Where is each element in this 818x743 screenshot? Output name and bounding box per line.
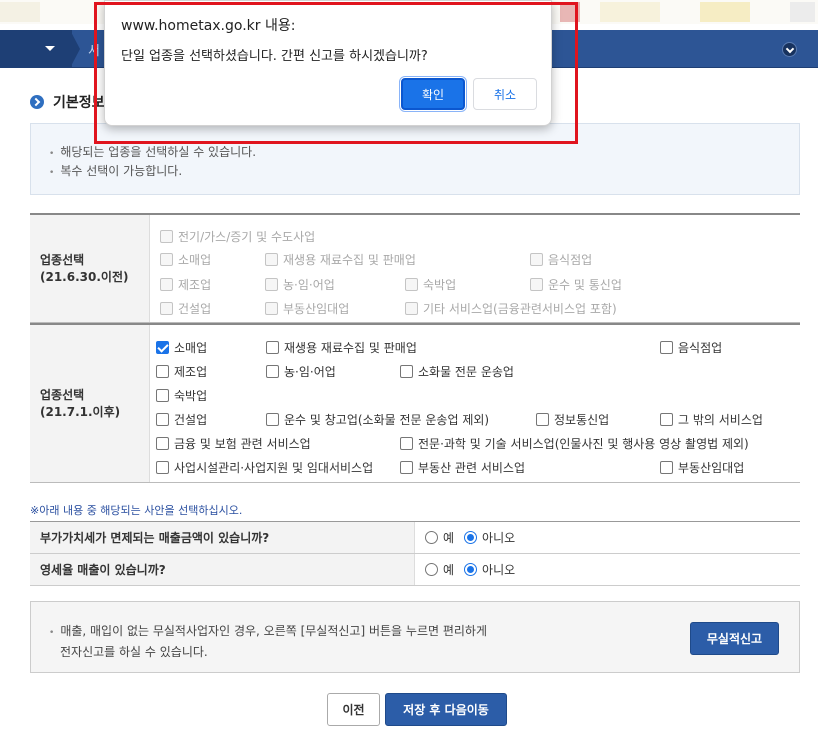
old-industry-checkbox[interactable]: 제조업 [160,276,211,293]
new-industry-checkbox[interactable]: 부동산 관련 서비스업 [400,459,525,476]
confirm-dialog: www.hometax.go.kr 내용: 단일 업종을 선택하셨습니다. 간편… [104,0,552,126]
dialog-title: www.hometax.go.kr 내용: [121,18,296,34]
new-industry-checkbox[interactable]: 재생용 재료수집 및 판매업 [266,339,417,356]
no-activity-line1: 매출, 매입이 없는 무실적사업자인 경우, 오른쪽 [무실적신고] 버튼을 누… [60,624,487,638]
no-activity-box: • 매출, 매입이 없는 무실적사업자인 경우, 오른쪽 [무실적신고] 버튼을 … [30,601,800,673]
nav-menu-toggle[interactable] [0,30,72,68]
new-industry-checkbox[interactable]: 그 밖의 서비스업 [660,411,763,428]
nav-breadcrumb-item[interactable]: 서 [88,40,100,59]
question-label: 영세율 매출이 있습니까? [30,554,415,585]
old-industry-checkbox[interactable]: 운수 및 통신업 [530,276,622,293]
prev-button[interactable]: 이전 [327,693,380,726]
radio-no[interactable]: 아니오 [464,561,515,578]
new-industry-checkbox[interactable]: 사업시설관리·사업지원 및 임대서비스업 [156,459,373,476]
dialog-cancel-button[interactable]: 취소 [473,78,537,110]
old-industry-header-title: 업종선택 [40,252,85,267]
old-industry-header-date: (21.6.30.이전) [40,269,129,284]
new-industry-checkbox[interactable]: 부동산임대업 [660,459,744,476]
no-activity-report-button[interactable]: 무실적신고 [690,622,779,655]
new-industry-options: 소매업 재생용 재료수집 및 판매업 음식점업 제조업 농·임·어업 소화물 전… [150,325,800,482]
new-industry-checkbox[interactable]: 소매업 [156,339,207,356]
chevron-down-icon[interactable] [782,42,797,57]
old-industry-checkbox[interactable]: 숙박업 [405,276,456,293]
question-label: 부가가치세가 면제되는 매출금액이 있습니까? [30,522,415,553]
new-industry-header-date: (21.7.1.이후) [40,404,121,419]
new-industry-checkbox[interactable]: 농·임·어업 [266,363,336,380]
dialog-ok-button[interactable]: 확인 [399,76,467,112]
old-industry-checkbox[interactable]: 농·임·어업 [265,276,335,293]
new-industry-checkbox[interactable]: 금융 및 보험 관련 서비스업 [156,435,311,452]
old-industry-checkbox[interactable]: 소매업 [160,251,211,268]
selection-notice: ※아래 내용 중 해당되는 사안을 선택하십시오. [30,504,243,517]
no-activity-line2: 전자신고를 하실 수 있습니다. [60,645,208,659]
old-industry-checkbox[interactable]: 재생용 재료수집 및 판매업 [265,251,416,268]
info-line: 복수 선택이 가능합니다. [49,163,799,182]
arrow-circle-icon [30,95,44,109]
new-industry-checkbox[interactable]: 소화물 전문 운송업 [400,363,514,380]
info-line: 해당되는 업종을 선택하실 수 있습니다. [49,144,799,163]
old-industry-header: 업종선택 (21.6.30.이전) [30,215,150,322]
question-options: 예 아니오 [415,522,800,553]
new-industry-header: 업종선택 (21.7.1.이후) [30,325,150,482]
new-industry-checkbox[interactable]: 제조업 [156,363,207,380]
question-options: 예 아니오 [415,554,800,585]
caret-down-icon [45,46,55,51]
section-header: 기본정보 [30,92,105,112]
question-row: 부가가치세가 면제되는 매출금액이 있습니까? 예 아니오 [30,522,800,554]
old-industry-checkbox[interactable]: 기타 서비스업(금융관련서비스업 포함) [405,300,617,317]
new-industry-checkbox[interactable]: 정보통신업 [536,411,609,428]
new-industry-header-title: 업종선택 [40,387,85,402]
no-activity-text: • 매출, 매입이 없는 무실적사업자인 경우, 오른쪽 [무실적신고] 버튼을 … [49,622,487,662]
info-box: 해당되는 업종을 선택하실 수 있습니다. 복수 선택이 가능합니다. [30,123,800,195]
old-industry-options: 전기/가스/증기 및 수도사업 소매업 재생용 재료수집 및 판매업 음식점업 … [150,215,800,322]
new-industry-checkbox[interactable]: 숙박업 [156,387,207,404]
radio-yes[interactable]: 예 [425,529,454,546]
save-next-button[interactable]: 저장 후 다음이동 [385,693,507,726]
new-industry-checkbox[interactable]: 음식점업 [660,339,722,356]
nav-arrow-divider [70,30,80,68]
radio-yes[interactable]: 예 [425,561,454,578]
dialog-message: 단일 업종을 선택하셨습니다. 간편 신고를 하시겠습니까? [121,49,428,64]
old-industry-checkbox[interactable]: 부동산임대업 [265,300,349,317]
old-industry-checkbox[interactable]: 건설업 [160,300,211,317]
new-industry-checkbox[interactable]: 건설업 [156,411,207,428]
new-industry-checkbox[interactable]: 운수 및 창고업(소화물 전문 운송업 제외) [266,411,489,428]
question-row: 영세율 매출이 있습니까? 예 아니오 [30,554,800,586]
question-table: 부가가치세가 면제되는 매출금액이 있습니까? 예 아니오 영세율 매출이 있습… [30,521,800,586]
old-industry-table: 업종선택 (21.6.30.이전) 전기/가스/증기 및 수도사업 소매업 재생… [30,213,800,323]
new-industry-table: 업종선택 (21.7.1.이후) 소매업 재생용 재료수집 및 판매업 음식점업… [30,323,800,483]
new-industry-checkbox[interactable]: 전문·과학 및 기술 서비스업(인물사진 및 행사용 영상 촬영법 제외) [400,435,749,452]
section-title: 기본정보 [53,95,105,111]
old-industry-checkbox[interactable]: 전기/가스/증기 및 수도사업 [160,228,315,245]
old-industry-checkbox[interactable]: 음식점업 [530,251,592,268]
radio-no[interactable]: 아니오 [464,529,515,546]
